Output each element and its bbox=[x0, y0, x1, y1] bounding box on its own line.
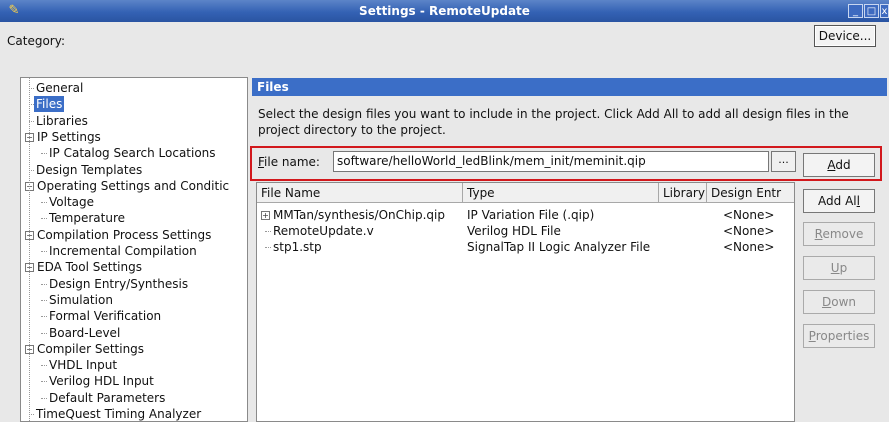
tree-item[interactable]: Design Entry/Synthesis bbox=[21, 276, 247, 292]
tree-item[interactable]: − EDA Tool Settings bbox=[21, 259, 247, 275]
tree-item[interactable]: Verilog HDL Input bbox=[21, 373, 247, 389]
tree-connector bbox=[41, 316, 47, 318]
remove-button[interactable]: Remove bbox=[803, 222, 875, 246]
tree-item[interactable]: General bbox=[21, 80, 247, 96]
tree-connector bbox=[41, 365, 47, 367]
tree-connector bbox=[41, 299, 47, 301]
expand-icon[interactable]: + bbox=[261, 211, 270, 220]
tree-item-label: Verilog HDL Input bbox=[49, 374, 154, 389]
tree-item[interactable]: Voltage bbox=[21, 194, 247, 210]
tree-item[interactable]: Simulation bbox=[21, 292, 247, 308]
device-button[interactable]: Device... bbox=[814, 25, 876, 47]
file-name-cell: stp1.stp bbox=[273, 240, 322, 254]
tree-item[interactable]: − Compiler Settings bbox=[21, 341, 247, 357]
tree-item[interactable]: Files bbox=[21, 96, 247, 113]
tree-item-label: Formal Verification bbox=[49, 309, 162, 324]
file-name-cell: MMTan/synthesis/OnChip.qip bbox=[273, 208, 445, 222]
type-cell: Verilog HDL File bbox=[467, 224, 561, 238]
browse-button[interactable]: ... bbox=[771, 151, 796, 172]
tree-item[interactable]: IP Catalog Search Locations bbox=[21, 145, 247, 161]
tree-item[interactable]: Default Parameters bbox=[21, 390, 247, 406]
table-row[interactable]: stp1.stp SignalTap II Logic Analyzer File… bbox=[257, 239, 794, 255]
file-name-label: File name: bbox=[258, 155, 320, 169]
tree-item-label: Files bbox=[34, 96, 65, 113]
type-cell: SignalTap II Logic Analyzer File bbox=[467, 240, 651, 254]
tree-item-label: Temperature bbox=[49, 211, 126, 226]
tree-connector bbox=[29, 78, 30, 421]
tree-item[interactable]: Temperature bbox=[21, 210, 247, 226]
window-title: Settings - RemoteUpdate bbox=[359, 4, 530, 18]
tree-connector bbox=[41, 202, 47, 204]
panel-description: Select the design files you want to incl… bbox=[258, 107, 849, 137]
tree-connector bbox=[41, 283, 47, 285]
tree-item[interactable]: Libraries bbox=[21, 113, 247, 129]
column-header-design-entry[interactable]: Design Entr bbox=[707, 183, 794, 203]
add-all-button[interactable]: Add All bbox=[803, 189, 875, 213]
design-entry-cell: <None> bbox=[723, 208, 775, 222]
tree-connector bbox=[41, 332, 47, 334]
tree-item-label: VHDL Input bbox=[49, 358, 118, 373]
tree-item-label: Libraries bbox=[36, 113, 88, 128]
tree-item-label: Compiler Settings bbox=[37, 341, 145, 356]
category-tree[interactable]: General Files Libraries − IP Settings IP Cata… bbox=[20, 77, 248, 422]
tree-connector bbox=[41, 397, 47, 399]
tree-item-label: IP Settings bbox=[37, 129, 101, 144]
tree-item[interactable]: − IP Settings bbox=[21, 129, 247, 145]
minimize-icon[interactable]: _ bbox=[848, 4, 863, 18]
tree-item[interactable]: Board-Level bbox=[21, 325, 247, 341]
file-name-cell: RemoteUpdate.v bbox=[273, 224, 374, 238]
type-cell: IP Variation File (.qip) bbox=[467, 208, 595, 222]
tree-connector bbox=[265, 231, 271, 232]
down-button[interactable]: Down bbox=[803, 290, 875, 314]
tree-item-label: TimeQuest Timing Analyzer bbox=[36, 407, 202, 421]
close-icon[interactable]: x bbox=[880, 4, 889, 18]
design-entry-cell: <None> bbox=[723, 240, 775, 254]
tree-connector bbox=[41, 381, 47, 383]
tree-item-label: General bbox=[36, 81, 84, 95]
tree-item-label: IP Catalog Search Locations bbox=[49, 146, 216, 161]
tree-item-label: Incremental Compilation bbox=[49, 244, 197, 258]
maximize-icon[interactable]: □ bbox=[864, 4, 879, 18]
tree-item-label: Design Entry/Synthesis bbox=[49, 276, 189, 291]
tree-connector bbox=[41, 153, 47, 155]
tree-item-label: Operating Settings and Conditic bbox=[37, 178, 230, 193]
tree-item[interactable]: − Compilation Process Settings bbox=[21, 227, 247, 243]
category-label: Category: bbox=[7, 34, 65, 48]
tree-item[interactable]: − Operating Settings and Conditic bbox=[21, 178, 247, 194]
column-header-type[interactable]: Type bbox=[463, 183, 659, 203]
table-row[interactable]: + MMTan/synthesis/OnChip.qip IP Variation … bbox=[257, 207, 794, 223]
column-header-file-name[interactable]: File Name bbox=[257, 183, 463, 203]
tree-item[interactable]: TimeQuest Timing Analyzer bbox=[21, 406, 247, 421]
panel-title: Files bbox=[252, 78, 887, 96]
file-name-input[interactable]: software/helloWorld_ledBlink/mem_init/me… bbox=[333, 151, 769, 172]
tree-item-label: Board-Level bbox=[49, 325, 121, 340]
up-button[interactable]: Up bbox=[803, 256, 875, 280]
tree-connector bbox=[41, 218, 47, 220]
tree-item-label: Voltage bbox=[49, 195, 95, 210]
tree-item-label: Design Templates bbox=[36, 162, 143, 177]
table-row[interactable]: RemoteUpdate.v Verilog HDL File <None> bbox=[257, 223, 794, 239]
add-button[interactable]: Add bbox=[803, 153, 875, 177]
tree-item[interactable]: Formal Verification bbox=[21, 308, 247, 324]
tree-item[interactable]: Design Templates bbox=[21, 162, 247, 178]
tree-item-label: Compilation Process Settings bbox=[37, 227, 212, 242]
tree-connector bbox=[41, 251, 47, 252]
tree-connector bbox=[265, 247, 271, 248]
properties-button[interactable]: Properties bbox=[803, 324, 875, 348]
tree-item-label: Simulation bbox=[49, 292, 113, 307]
design-entry-cell: <None> bbox=[723, 224, 775, 238]
tree-item[interactable]: Incremental Compilation bbox=[21, 243, 247, 259]
tree-item-label: EDA Tool Settings bbox=[37, 260, 142, 275]
column-header-library[interactable]: Library bbox=[659, 183, 707, 203]
files-table[interactable]: File Name Type Library Design Entr + MMTan/sy… bbox=[256, 182, 795, 422]
tree-item-label: Default Parameters bbox=[49, 390, 166, 405]
tree-item[interactable]: VHDL Input bbox=[21, 357, 247, 373]
